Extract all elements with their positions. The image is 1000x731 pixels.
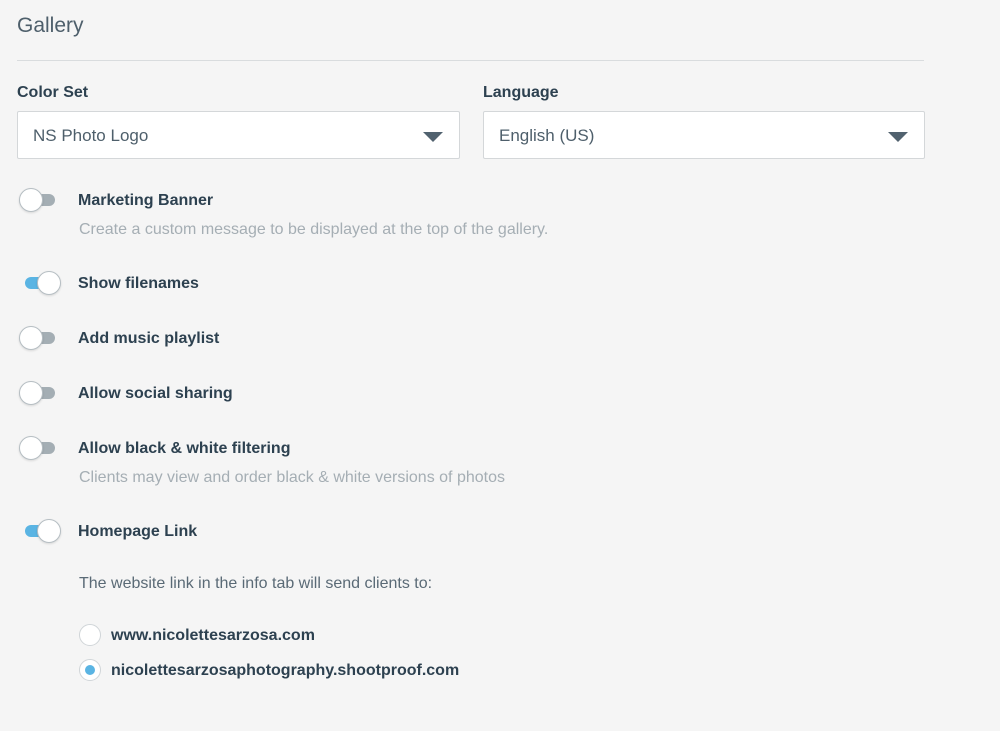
marketing-banner-description: Create a custom message to be displayed …: [79, 221, 549, 238]
section-title: Gallery: [17, 14, 84, 37]
homepage-prompt: The website link in the info tab will se…: [79, 575, 433, 592]
homepage-radio-shootproof-label[interactable]: nicolettesarzosaphotography.shootproof.c…: [111, 662, 459, 680]
show-filenames-toggle[interactable]: [19, 271, 61, 295]
social-sharing-title: Allow social sharing: [78, 385, 233, 402]
language-value: English (US): [499, 126, 595, 145]
toggle-knob: [37, 519, 61, 543]
toggle-knob: [19, 188, 43, 212]
social-sharing-toggle[interactable]: [19, 381, 59, 405]
caret-down-icon: [423, 132, 443, 142]
bw-filtering-description: Clients may view and order black & white…: [79, 469, 505, 486]
marketing-banner-title: Marketing Banner: [78, 192, 214, 209]
music-playlist-title: Add music playlist: [78, 330, 220, 347]
toggle-knob: [19, 381, 43, 405]
homepage-link-title: Homepage Link: [78, 523, 198, 540]
language-select[interactable]: English (US): [483, 111, 925, 159]
bw-filtering-title: Allow black & white filtering: [78, 440, 291, 457]
color-set-value: NS Photo Logo: [33, 126, 149, 145]
homepage-radio-website-label[interactable]: www.nicolettesarzosa.com: [111, 627, 315, 645]
music-playlist-toggle[interactable]: [19, 326, 59, 350]
homepage-radio-shootproof[interactable]: [79, 659, 101, 681]
toggle-knob: [37, 271, 61, 295]
homepage-radio-website[interactable]: [79, 624, 101, 646]
color-set-select[interactable]: NS Photo Logo: [17, 111, 460, 159]
language-label: Language: [483, 84, 559, 101]
caret-down-icon: [888, 132, 908, 142]
toggle-knob: [19, 326, 43, 350]
marketing-banner-toggle[interactable]: [19, 188, 59, 212]
show-filenames-title: Show filenames: [78, 275, 199, 292]
color-set-label: Color Set: [17, 84, 89, 101]
toggle-knob: [19, 436, 43, 460]
section-divider: [17, 60, 924, 61]
homepage-link-toggle[interactable]: [19, 519, 61, 543]
bw-filtering-toggle[interactable]: [19, 436, 59, 460]
